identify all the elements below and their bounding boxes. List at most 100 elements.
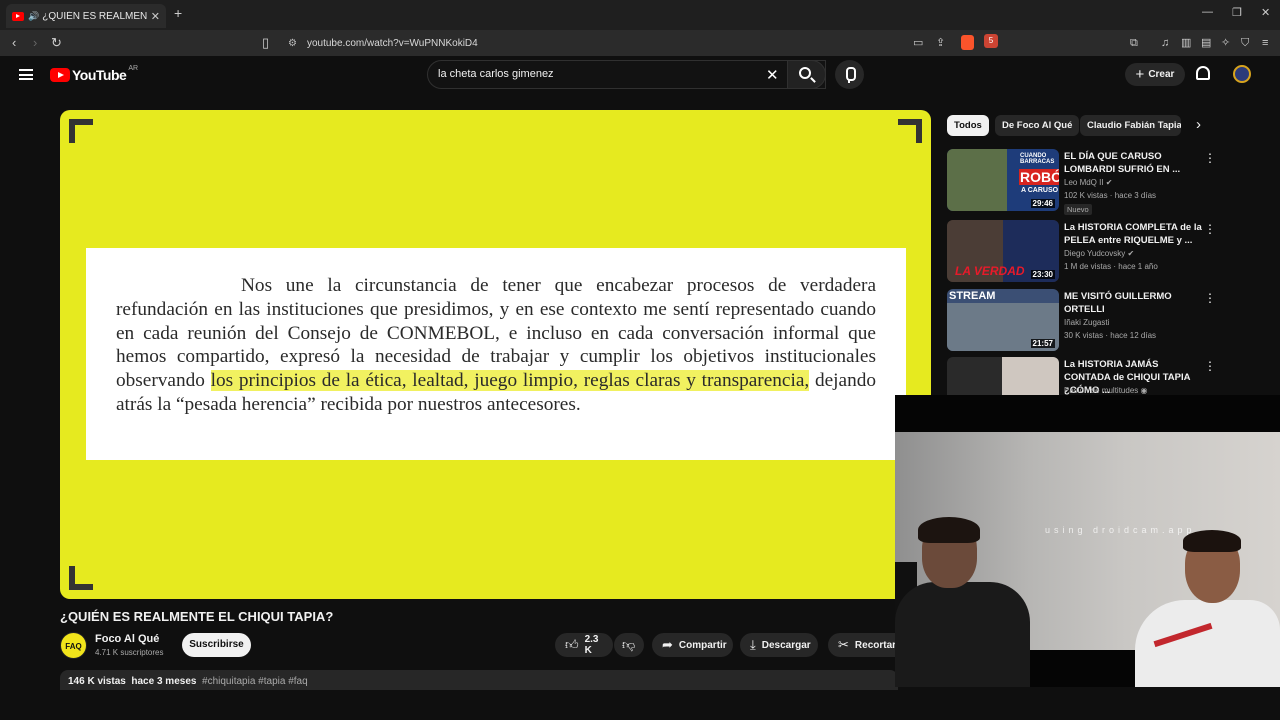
browser-tab[interactable]: 🔊 ¿QUIÉN ES REALMENTE EL CHIQUI ✕	[6, 4, 166, 28]
sidebar-icon[interactable]: ▥	[1181, 34, 1191, 52]
youtube-wordmark: YouTube	[72, 67, 127, 83]
new-tab-button[interactable]: +	[174, 5, 182, 21]
share-button[interactable]: ➦ Compartir	[652, 633, 733, 657]
video-duration: 23:30	[1030, 270, 1055, 279]
clip-button[interactable]: ✂ Recortar	[828, 633, 896, 657]
share-label: Compartir	[678, 639, 727, 651]
video-duration: 21:57	[1030, 339, 1055, 348]
chip-todos[interactable]: Todos	[947, 115, 989, 136]
chip-channel[interactable]: De Foco Al Qué	[995, 115, 1080, 136]
recommendation-channel[interactable]: Pasión de multitudes ◉	[1064, 386, 1147, 395]
voice-search-icon[interactable]	[835, 60, 864, 89]
youtube-header: YouTube AR la cheta carlos gimenez ✕ + C…	[0, 56, 1280, 94]
youtube-play-icon	[50, 68, 70, 82]
youtube-favicon-icon	[12, 11, 24, 21]
vpn-shield-icon[interactable]: ⛉	[1241, 34, 1249, 52]
media-icon[interactable]: ♫	[1161, 34, 1169, 52]
back-icon[interactable]: ‹	[12, 34, 16, 52]
frame-corner-icon	[898, 119, 922, 143]
more-options-icon[interactable]: ⋮	[1204, 359, 1216, 373]
thumbnail-text: STREAM	[949, 290, 996, 302]
channel-name[interactable]: Foco Al Qué	[95, 633, 159, 645]
recommendation-title[interactable]: ME VISITÓ GUILLERMO ORTELLI	[1064, 290, 1202, 316]
recommendation-item[interactable]: CUANDO BARRACAS ROBÓ A CARUSO 29:46 EL D…	[947, 149, 1217, 215]
brave-shields-icon[interactable]	[961, 35, 974, 50]
bookmark-icon[interactable]: ▯	[262, 34, 269, 52]
droidcam-watermark: using droidcam.app	[1045, 525, 1196, 535]
cast-icon[interactable]: ▭	[913, 34, 923, 52]
chevron-right-icon[interactable]: ›	[1196, 116, 1201, 133]
document-highlight: los principios de la ética, lealtad, jue…	[210, 370, 810, 392]
download-label: Descargar	[761, 639, 811, 651]
clip-label: Recortar	[854, 639, 897, 651]
brave-rewards-icon[interactable]: 5	[984, 34, 998, 48]
like-button[interactable]: 👍︎ 2.3 K	[555, 633, 613, 657]
leo-ai-icon[interactable]: ✧	[1221, 34, 1230, 52]
recommendation-item[interactable]: STREAM 21:57 ME VISITÓ GUILLERMO ORTELLI…	[947, 289, 1217, 351]
scissors-icon: ✂	[838, 637, 849, 652]
more-options-icon[interactable]: ⋮	[1204, 291, 1216, 305]
recommendation-channel[interactable]: Iñaki Zugasti	[1064, 318, 1109, 327]
menu-icon[interactable]: ≡	[1262, 34, 1268, 52]
browser-toolbar: ‹ › ↻ ▯ ⚙ youtube.com/watch?v=WuPNNKokiD…	[0, 30, 1280, 56]
search-input[interactable]: la cheta carlos gimenez ✕	[427, 60, 826, 89]
recommendation-meta: 1 M de vistas · hace 1 año	[1064, 262, 1158, 271]
video-thumbnail[interactable]: CUANDO BARRACAS ROBÓ A CARUSO 29:46	[947, 149, 1059, 211]
restore-icon[interactable]: ❐	[1232, 6, 1242, 19]
clear-search-icon[interactable]: ✕	[766, 66, 779, 84]
subscribe-button[interactable]: Suscribirse	[182, 633, 251, 657]
video-thumbnail[interactable]: STREAM 21:57	[947, 289, 1059, 351]
window-close-icon[interactable]: ✕	[1261, 6, 1270, 19]
forward-icon[interactable]: ›	[33, 34, 37, 52]
thumbnail-text: A CARUSO	[1021, 187, 1059, 194]
url-text[interactable]: youtube.com/watch?v=WuPNNKokiD4	[307, 38, 478, 49]
download-button[interactable]: ⤓ Descargar	[740, 633, 818, 657]
video-thumbnail[interactable]: LA VERDAD 23:30	[947, 220, 1059, 282]
frame-corner-icon	[69, 566, 93, 590]
share-icon: ➦	[662, 637, 673, 652]
recommendation-channel[interactable]: Leo MdQ II ✔	[1064, 178, 1113, 187]
download-icon: ⤓	[750, 637, 756, 652]
like-count: 2.3 K	[584, 634, 599, 656]
recommendation-item[interactable]: LA VERDAD 23:30 La HISTORIA COMPLETA de …	[947, 220, 1217, 282]
recommendation-title[interactable]: La HISTORIA COMPLETA de la PELEA entre R…	[1064, 221, 1202, 247]
new-badge: Nuevo	[1064, 204, 1092, 215]
speaker-icon[interactable]: 🔊	[28, 11, 39, 22]
recommendation-channel[interactable]: Diego Yudcovsky ✔	[1064, 249, 1134, 258]
hashtags[interactable]: #chiquitapia #tapia #faq	[202, 676, 308, 687]
more-options-icon[interactable]: ⋮	[1204, 222, 1216, 236]
youtube-logo[interactable]: YouTube AR	[50, 64, 139, 83]
more-options-icon[interactable]: ⋮	[1204, 151, 1216, 165]
thumbnail-image	[947, 149, 1007, 211]
hamburger-menu-icon[interactable]	[19, 69, 33, 80]
minimize-icon[interactable]: —	[1202, 6, 1213, 18]
tab-search-icon[interactable]: ⧉	[1130, 34, 1138, 52]
avatar[interactable]	[1233, 65, 1251, 83]
webcam-video	[895, 432, 1280, 687]
reload-icon[interactable]: ↻	[51, 34, 62, 52]
search-query[interactable]: la cheta carlos gimenez	[438, 68, 554, 80]
thumbnail-text: ROBÓ	[1019, 169, 1059, 185]
country-code: AR	[128, 64, 139, 72]
recommendation-title[interactable]: EL DÍA QUE CARUSO LOMBARDI SUFRIÓ EN ...	[1064, 150, 1202, 176]
thumbnail-text: LA VERDAD	[955, 264, 1025, 278]
notifications-bell-icon[interactable]	[1196, 66, 1210, 80]
tab-title: ¿QUIÉN ES REALMENTE EL CHIQUI	[42, 10, 147, 22]
description-box[interactable]: 146 K vistas hace 3 meses #chiquitapia #…	[60, 670, 898, 690]
wallet-icon[interactable]: ▤	[1201, 34, 1211, 52]
frame-corner-icon	[69, 119, 93, 143]
channel-avatar[interactable]: FAQ	[60, 632, 87, 659]
share-page-icon[interactable]: ⇪	[936, 34, 945, 52]
site-info-icon[interactable]: ⚙	[288, 38, 297, 49]
document-excerpt: Nos une la circunstancia de tener que en…	[86, 248, 906, 460]
dislike-button[interactable]: 👎︎	[614, 633, 644, 657]
person-left	[895, 582, 1030, 687]
tab-close-icon[interactable]: ✕	[151, 10, 160, 23]
create-label: Crear	[1148, 69, 1175, 80]
create-button[interactable]: + Crear	[1125, 63, 1185, 86]
recommendation-meta: 30 K vistas · hace 12 días	[1064, 331, 1157, 340]
address-bar[interactable]: ⚙ youtube.com/watch?v=WuPNNKokiD4	[282, 33, 1002, 53]
video-player[interactable]: Nos une la circunstancia de tener que en…	[60, 110, 931, 599]
chip-topic[interactable]: Claudio Fabián Tapia	[1080, 115, 1181, 136]
search-button[interactable]	[787, 60, 826, 89]
